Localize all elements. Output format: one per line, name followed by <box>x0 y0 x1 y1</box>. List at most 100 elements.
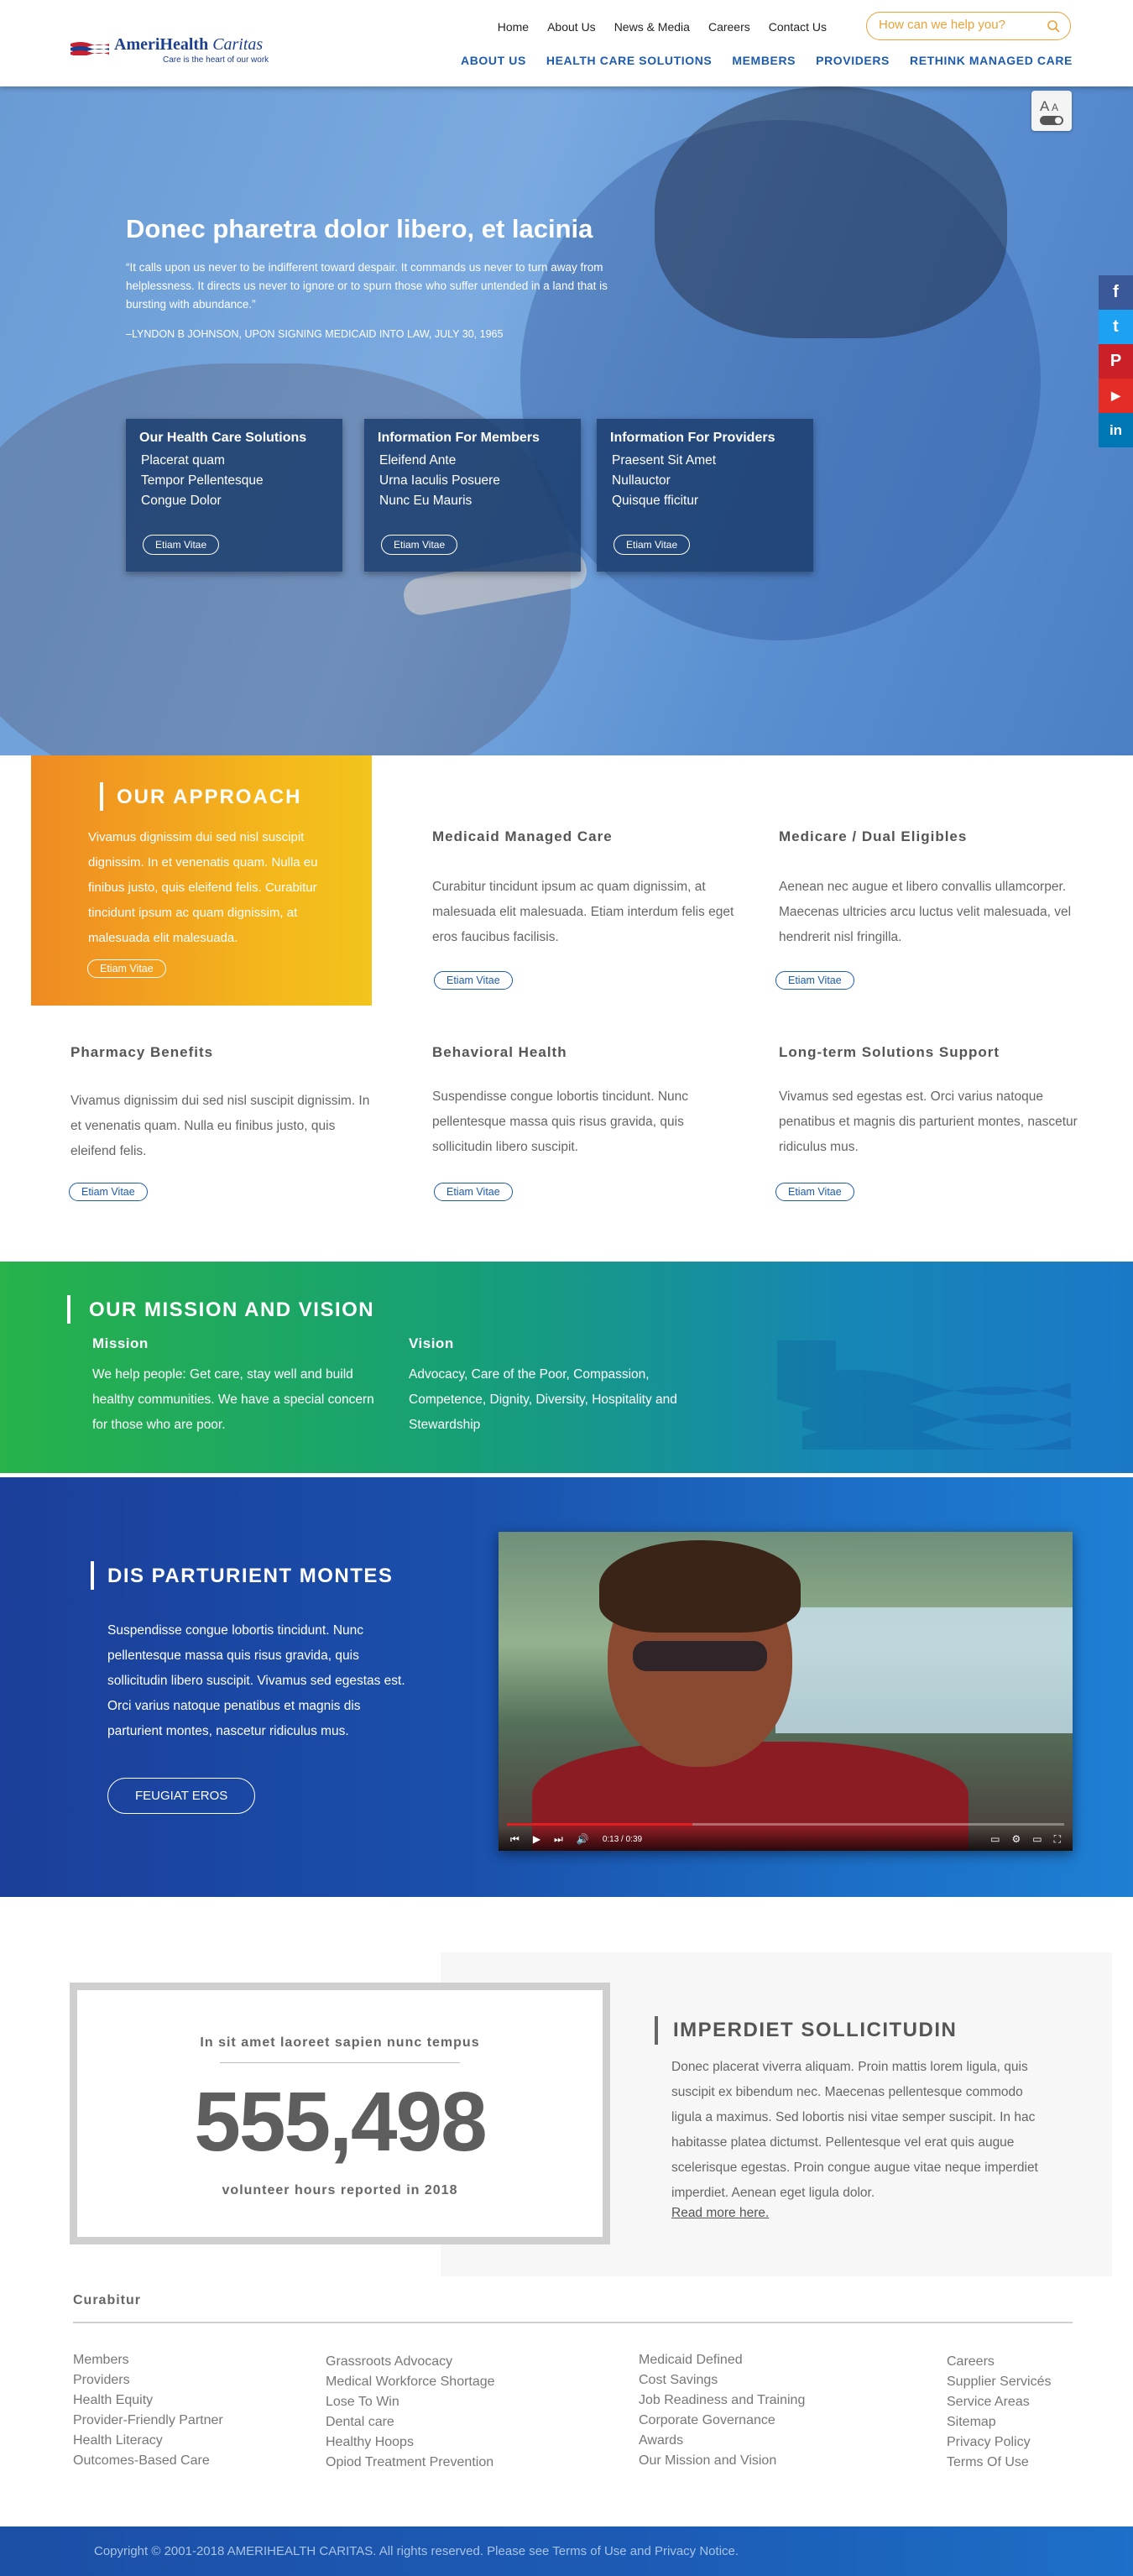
linkedin-icon[interactable]: in <box>1099 413 1133 447</box>
social-share-bar: f t P ▶ in <box>1099 275 1133 447</box>
footer-link[interactable]: Sitemap <box>947 2412 1052 2432</box>
hero-title: Donec pharetra dolor libero, et lacinia <box>126 214 593 243</box>
footer-link[interactable]: Careers <box>947 2352 1052 2372</box>
captions-icon[interactable]: ▭ <box>990 1833 1000 1846</box>
service-button[interactable]: Etiam Vitae <box>434 1183 513 1201</box>
hero-card-button[interactable]: Etiam Vitae <box>381 535 458 555</box>
main-nav: ABOUT US HEALTH CARE SOLUTIONS MEMBERS P… <box>461 54 1073 67</box>
hero-card-line: Tempor Pellentesque <box>141 473 264 488</box>
vision-text: Advocacy, Care of the Poor, Compassion, … <box>409 1367 677 1432</box>
fullscreen-icon[interactable]: ⛶ <box>1054 1833 1061 1846</box>
hero-photo-shape <box>655 86 1007 338</box>
twitter-icon[interactable]: t <box>1099 310 1133 344</box>
footer-link[interactable]: Grassroots Advocacy <box>326 2352 495 2372</box>
video-player[interactable]: ⏮ ▶ ⏭ 🔊 0:13 / 0:39 ▭ ⚙ ▭ ⛶ <box>499 1532 1073 1851</box>
footer-column-4: Careers Supplier Servicés Service Areas … <box>947 2352 1052 2473</box>
video-frame-shape <box>775 1607 1073 1733</box>
hero-card-line: Nullauctor <box>612 473 671 488</box>
font-size-toggle[interactable]: A A <box>1031 91 1072 131</box>
service-text: Vivamus sed egestas est. Orci varius nat… <box>779 1089 1078 1154</box>
settings-icon[interactable]: ⚙ <box>1011 1833 1021 1846</box>
footer-link[interactable]: Awards <box>639 2431 805 2451</box>
hero-card-title: Information For Members <box>378 431 540 445</box>
service-medicaid-managed-care: Medicaid Managed Care Curabitur tincidun… <box>432 828 734 990</box>
footer-link[interactable]: Supplier Servicés <box>947 2372 1052 2392</box>
video-section-text: Suspendisse congue lobortis tincidunt. N… <box>107 1623 405 1738</box>
service-button[interactable]: Etiam Vitae <box>434 971 513 990</box>
footer-link[interactable]: Privacy Policy <box>947 2432 1052 2453</box>
footer-link[interactable]: Lose To Win <box>326 2392 495 2412</box>
youtube-icon[interactable]: ▶ <box>1099 379 1133 413</box>
main-nav-about-us[interactable]: ABOUT US <box>461 54 526 67</box>
logo[interactable]: AmeriHealth Caritas Care is the heart of… <box>70 34 280 67</box>
top-nav-careers[interactable]: Careers <box>708 20 750 34</box>
hero-attribution: –LYNDON B JOHNSON, UPON SIGNING MEDICAID… <box>126 328 504 340</box>
stats-heading: In sit amet laoreet sapien nunc tempus <box>200 2035 480 2050</box>
footer-link[interactable]: Outcomes-Based Care <box>73 2451 223 2471</box>
our-approach-box: OUR APPROACH Vivamus dignissim dui sed n… <box>31 755 372 1006</box>
footer-link[interactable]: Providers <box>73 2370 223 2391</box>
hero-card-providers: Information For Providers Praesent Sit A… <box>597 419 813 572</box>
footer-link[interactable]: Job Readiness and Training <box>639 2391 805 2411</box>
footer-link[interactable]: Our Mission and Vision <box>639 2451 805 2471</box>
video-frame-shape <box>599 1540 801 1633</box>
footer-link[interactable]: Corporate Governance <box>639 2411 805 2431</box>
skip-forward-icon[interactable]: ⏭ <box>554 1833 563 1846</box>
footer-link[interactable]: Service Areas <box>947 2392 1052 2412</box>
footer-link[interactable]: Healthy Hoops <box>326 2432 495 2453</box>
footer-link[interactable]: Provider-Friendly Partner <box>73 2411 223 2431</box>
top-nav-contact-us[interactable]: Contact Us <box>769 20 827 34</box>
top-nav-home[interactable]: Home <box>498 20 529 34</box>
footer-link[interactable]: Members <box>73 2350 223 2370</box>
feugiat-eros-button[interactable]: FEUGIAT EROS <box>107 1778 256 1814</box>
footer-link[interactable]: Health Literacy <box>73 2431 223 2451</box>
service-button[interactable]: Etiam Vitae <box>69 1183 148 1201</box>
footer-link[interactable]: Medical Workforce Shortage <box>326 2372 495 2392</box>
footer-link[interactable]: Health Equity <box>73 2391 223 2411</box>
stats-box: In sit amet laoreet sapien nunc tempus 5… <box>70 1983 610 2244</box>
search-box <box>866 12 1071 40</box>
service-text: Suspendisse congue lobortis tincidunt. N… <box>432 1089 689 1154</box>
font-size-icon: A A <box>1040 98 1063 125</box>
service-title: Long-term Solutions Support <box>779 1044 1000 1060</box>
search-icon[interactable] <box>1047 19 1060 33</box>
footer-link[interactable]: Cost Savings <box>639 2370 805 2391</box>
theater-mode-icon[interactable]: ▭ <box>1032 1833 1042 1846</box>
service-button[interactable]: Etiam Vitae <box>775 1183 854 1201</box>
skip-back-icon[interactable]: ⏮ <box>510 1833 520 1846</box>
facebook-icon[interactable]: f <box>1099 275 1133 310</box>
footer-link[interactable]: Medicaid Defined <box>639 2350 805 2370</box>
stats-number: 555,498 <box>194 2075 487 2169</box>
pinterest-icon[interactable]: P <box>1099 344 1133 379</box>
main-nav-members[interactable]: MEMBERS <box>732 54 796 67</box>
imperdiet-title: IMPERDIET SOLLICITUDIN <box>673 2019 958 2041</box>
logo-tagline: Care is the heart of our work <box>163 55 269 65</box>
read-more-link[interactable]: Read more here. <box>671 2206 769 2221</box>
main-nav-health-care-solutions[interactable]: HEALTH CARE SOLUTIONS <box>546 54 712 67</box>
main-nav-rethink-managed-care[interactable]: RETHINK MANAGED CARE <box>910 54 1073 67</box>
footer-link[interactable]: Dental care <box>326 2412 495 2432</box>
service-pharmacy-benefits: Pharmacy Benefits Vivamus dignissim dui … <box>69 1044 373 1201</box>
approach-button[interactable]: Etiam Vitae <box>87 959 166 978</box>
search-input[interactable] <box>879 18 1038 32</box>
hero-card-button[interactable]: Etiam Vitae <box>143 535 220 555</box>
service-title: Pharmacy Benefits <box>70 1044 214 1060</box>
vision-label: Vision <box>409 1335 454 1351</box>
hero-card-button[interactable]: Etiam Vitae <box>613 535 691 555</box>
svg-text:A: A <box>1052 102 1058 113</box>
play-icon[interactable]: ▶ <box>533 1833 540 1845</box>
top-nav-news-media[interactable]: News & Media <box>614 20 690 34</box>
video-progress-bar[interactable] <box>507 1823 1064 1826</box>
video-frame-shape <box>633 1641 767 1671</box>
top-nav-about-us[interactable]: About Us <box>547 20 596 34</box>
heading-accent-bar <box>655 2016 658 2045</box>
main-nav-providers[interactable]: PROVIDERS <box>816 54 890 67</box>
footer-link[interactable]: Opiod Treatment Prevention <box>326 2453 495 2473</box>
service-title: Medicaid Managed Care <box>432 828 613 844</box>
footer-link[interactable]: Terms Of Use <box>947 2453 1052 2473</box>
service-button[interactable]: Etiam Vitae <box>775 971 854 990</box>
footer-column-1: Members Providers Health Equity Provider… <box>73 2350 223 2471</box>
footer-column-3: Medicaid Defined Cost Savings Job Readin… <box>639 2350 805 2471</box>
service-text: Aenean nec augue et libero convallis ull… <box>779 880 1072 944</box>
volume-icon[interactable]: 🔊 <box>577 1833 589 1845</box>
